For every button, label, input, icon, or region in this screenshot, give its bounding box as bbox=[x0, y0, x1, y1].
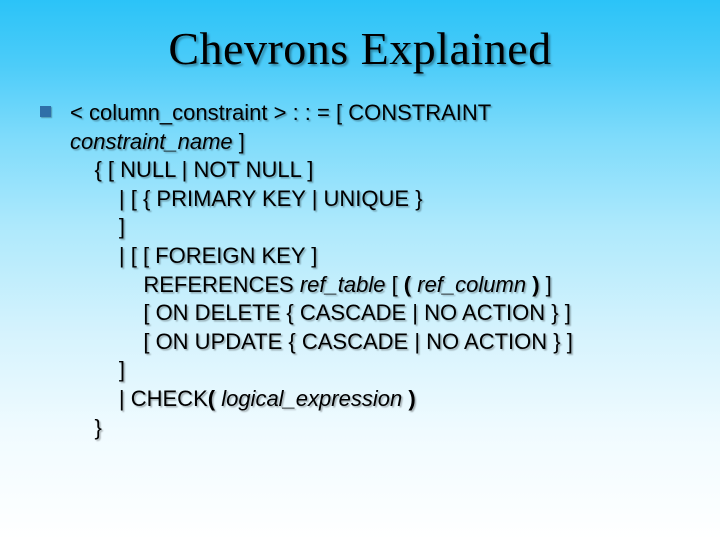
grammar-line-11: } bbox=[70, 414, 690, 443]
grammar-line-9: ] bbox=[70, 356, 690, 385]
body-content: < column_constraint > : : = [ CONSTRAINT… bbox=[0, 99, 720, 442]
slide-title: Chevrons Explained bbox=[0, 22, 720, 75]
grammar-line-5: | [ [ FOREIGN KEY ] bbox=[70, 242, 690, 271]
grammar-line-2: { [ NULL | NOT NULL ] bbox=[70, 156, 690, 185]
grammar-line-3: | [ { PRIMARY KEY | UNIQUE } bbox=[70, 185, 690, 214]
slide: Chevrons Explained < column_constraint >… bbox=[0, 0, 720, 540]
grammar-line-10: | CHECK( logical_expression ) bbox=[70, 385, 690, 414]
grammar-line-6: REFERENCES ref_table [ ( ref_column ) ] bbox=[70, 271, 690, 300]
grammar-line-1: constraint_name ] bbox=[70, 128, 690, 157]
grammar-line-0: < column_constraint > : : = [ CONSTRAINT bbox=[70, 99, 690, 128]
grammar-line-4: ] bbox=[70, 213, 690, 242]
grammar-line-8: [ ON UPDATE { CASCADE | NO ACTION } ] bbox=[70, 328, 690, 357]
grammar-line-7: [ ON DELETE { CASCADE | NO ACTION } ] bbox=[70, 299, 690, 328]
bullet-icon bbox=[40, 106, 51, 117]
